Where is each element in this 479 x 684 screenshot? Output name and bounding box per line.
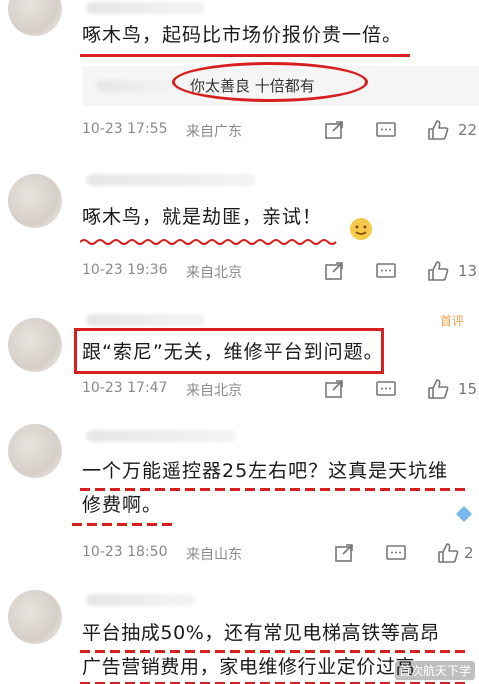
- timestamp: 10-23 19:36: [82, 262, 168, 278]
- like-count: 22: [458, 121, 478, 139]
- username-blurred: [86, 174, 256, 186]
- like-count: 13: [458, 262, 478, 280]
- annotation-wavy-underline: [80, 239, 337, 245]
- avatar[interactable]: [8, 424, 62, 478]
- watermark: 首次航天下学: [394, 661, 475, 680]
- avatar[interactable]: [8, 0, 62, 36]
- location: 来自北京: [186, 383, 242, 399]
- comment-text-line-1: 平台抽成50%，还有常见电梯高铁等高昂: [82, 622, 440, 644]
- comment-text-line-2: 修费啊。: [82, 494, 163, 516]
- comment-icon[interactable]: [375, 378, 397, 400]
- username-blurred: [86, 430, 236, 442]
- share-icon[interactable]: [323, 260, 345, 282]
- avatar[interactable]: [8, 174, 62, 228]
- like-count: 2: [464, 544, 474, 562]
- avatar[interactable]: [8, 318, 62, 372]
- comment-text: 啄木鸟，就是劫匪，亲试！: [82, 206, 323, 228]
- reply-username-blurred: [96, 80, 176, 92]
- comment-text: 啄木鸟，起码比市场价报价贵一倍。: [82, 24, 403, 46]
- like-icon[interactable]: [427, 260, 449, 282]
- share-icon[interactable]: [333, 542, 355, 564]
- comment-icon[interactable]: [375, 119, 397, 141]
- comment-2: 啄木鸟，就是劫匪，亲试！ 10-23 19:36 来自北京 13: [0, 160, 479, 290]
- emoji-icon: [456, 506, 472, 522]
- comment-1: 啄木鸟，起码比市场价报价贵一倍。 你太善良 十倍都有 10-23 17:55 来…: [0, 0, 479, 150]
- annotation-dashed-underline: [72, 523, 172, 526]
- comment-3: 首评 跟“索尼”无关，维修平台到问题。 10-23 17:47 来自北京 15: [0, 300, 479, 410]
- annotation-underline: [80, 54, 410, 57]
- comment-icon[interactable]: [375, 260, 397, 282]
- timestamp: 10-23 17:47: [82, 380, 168, 396]
- timestamp: 10-23 17:55: [82, 121, 168, 137]
- comment-icon[interactable]: [385, 542, 407, 564]
- username-blurred: [86, 594, 196, 606]
- like-icon[interactable]: [437, 542, 459, 564]
- location: 来自广东: [186, 124, 242, 140]
- like-icon[interactable]: [427, 378, 449, 400]
- share-icon[interactable]: [323, 119, 345, 141]
- emoji-icon: [350, 218, 372, 240]
- comment-text: 跟“索尼”无关，维修平台到问题。: [82, 341, 384, 363]
- comment-text-line-1: 一个万能遥控器25左右吧？这真是天坑维: [82, 460, 449, 482]
- share-icon[interactable]: [323, 378, 345, 400]
- username-blurred: [86, 314, 206, 326]
- first-comment-badge: 首评: [440, 314, 465, 328]
- like-count: 15: [458, 380, 478, 398]
- location: 来自北京: [186, 265, 242, 281]
- annotation-ellipse: [172, 62, 368, 102]
- avatar[interactable]: [8, 590, 62, 644]
- like-icon[interactable]: [427, 119, 449, 141]
- location: 来自山东: [186, 547, 242, 563]
- timestamp: 10-23 18:50: [82, 544, 168, 560]
- comment-4: 一个万能遥控器25左右吧？这真是天坑维 修费啊。 10-23 18:50 来自山…: [0, 420, 479, 570]
- comment-text-line-2: 广告营销费用，家电维修行业定价过高: [82, 656, 416, 678]
- username-blurred: [86, 2, 206, 14]
